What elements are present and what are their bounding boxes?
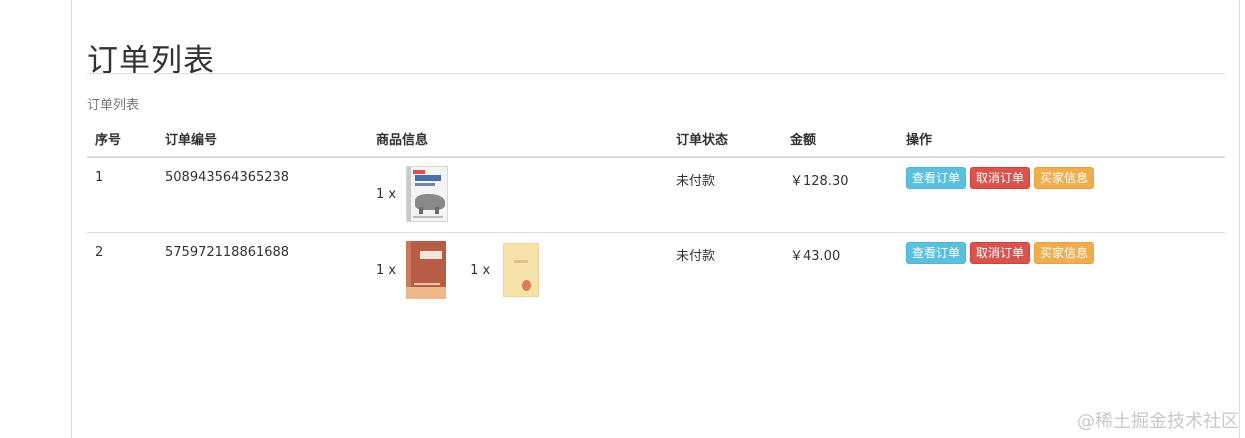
cream-book-cover[interactable]: [503, 243, 540, 297]
page-title: 订单列表: [87, 42, 215, 79]
row-index: 1: [87, 157, 157, 233]
row-actions: 查看订单 取消订单 买家信息: [906, 167, 1225, 189]
buyer-info-button[interactable]: 买家信息: [1034, 167, 1095, 189]
row-order-no: 575972118861688: [165, 245, 290, 260]
brown-book-cover[interactable]: [406, 241, 447, 299]
javascript-book-cover[interactable]: [406, 166, 449, 222]
row-amount: ￥43.00: [790, 249, 841, 264]
goods-quantity: 1 x: [376, 186, 397, 202]
view-order-button[interactable]: 查看订单: [906, 167, 967, 189]
table-row: 2 575972118861688 1 x 1 x 未付款 ￥43.00 查看订…: [87, 233, 1225, 308]
goods-item: 1 x: [470, 243, 540, 297]
cancel-order-button[interactable]: 取消订单: [970, 242, 1031, 264]
row-goods: 1 x 1 x: [368, 233, 668, 308]
header-ops: 操作: [898, 120, 1225, 158]
goods-quantity: 1 x: [376, 262, 397, 278]
goods-item: 1 x: [376, 241, 447, 299]
header-goods: 商品信息: [368, 120, 668, 158]
header-order-no: 订单编号: [157, 120, 368, 158]
row-amount: ￥128.30: [782, 157, 898, 233]
goods-quantity: 1 x: [470, 262, 491, 278]
row-status: 未付款: [668, 157, 782, 233]
header-index: 序号: [87, 120, 157, 158]
title-divider: [87, 73, 1225, 74]
page-left-border: [71, 0, 72, 438]
table-header-row: 序号 订单编号 商品信息 订单状态 金额 操作: [87, 120, 1225, 158]
cancel-order-button[interactable]: 取消订单: [970, 167, 1031, 189]
row-index: 2: [95, 245, 104, 260]
view-order-button[interactable]: 查看订单: [906, 242, 967, 264]
row-order-no: 508943564365238: [157, 157, 368, 233]
row-goods: 1 x: [368, 157, 668, 233]
row-status: 未付款: [676, 249, 716, 264]
goods-list: 1 x 1 x: [376, 241, 668, 299]
header-status: 订单状态: [668, 120, 782, 158]
buyer-info-button[interactable]: 买家信息: [1034, 242, 1095, 264]
row-ops: 查看订单 取消订单 买家信息: [898, 233, 1225, 308]
header-amount: 金额: [782, 120, 898, 158]
goods-item: 1 x: [376, 166, 449, 222]
page: 订单列表 订单列表 序号 订单编号 商品信息 订单状态 金额 操作 1 5089…: [0, 0, 1245, 438]
row-actions: 查看订单 取消订单 买家信息: [906, 242, 1225, 264]
goods-list: 1 x: [376, 166, 668, 222]
page-right-border: [1239, 0, 1240, 438]
section-caption: 订单列表: [87, 98, 140, 113]
orders-table: 序号 订单编号 商品信息 订单状态 金额 操作 1 50894356436523…: [87, 120, 1225, 307]
row-ops: 查看订单 取消订单 买家信息: [898, 157, 1225, 233]
table-row: 1 508943564365238 1 x 未付款 ￥128.30 查看订单 取…: [87, 157, 1225, 233]
watermark: @稀土掘金技术社区: [1077, 411, 1239, 432]
